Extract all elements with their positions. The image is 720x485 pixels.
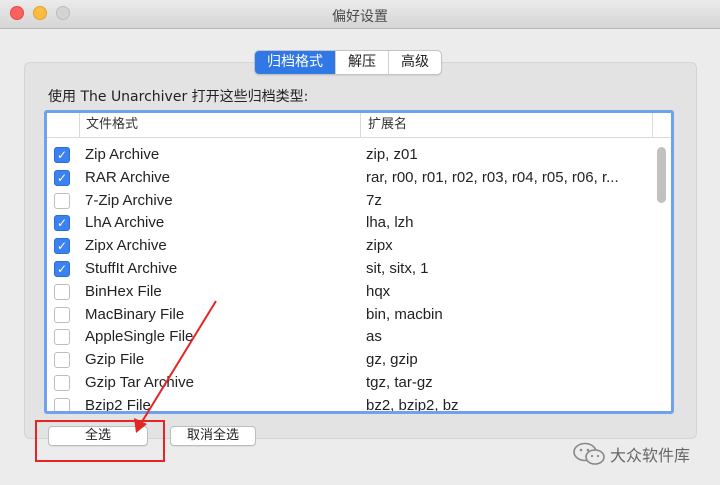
window-title: 偏好设置: [332, 9, 388, 25]
table-row[interactable]: MacBinary File bin, macbin: [47, 305, 671, 328]
format-name: RAR Archive: [85, 168, 171, 186]
format-extensions: zipx: [366, 237, 393, 255]
tab-extraction[interactable]: 解压: [335, 51, 388, 74]
archive-types-prompt: 使用 The Unarchiver 打开这些归档类型:: [48, 89, 309, 105]
checkmark-icon: ✓: [56, 261, 68, 276]
format-name: Gzip File: [85, 351, 145, 369]
checkmark-icon: ✓: [56, 170, 68, 185]
table-row[interactable]: Gzip Tar Archive tgz, tar-gz: [47, 373, 671, 396]
format-extensions: sit, sitx, 1: [366, 259, 429, 277]
table-row[interactable]: Bzip2 File bz2, bzip2, bz: [47, 396, 671, 414]
title-bar: 偏好设置: [0, 0, 720, 29]
checkbox-checked[interactable]: ✓: [54, 238, 70, 255]
checkbox-checked[interactable]: ✓: [54, 147, 70, 163]
checkbox-column-header[interactable]: [47, 113, 80, 137]
watermark: 大众软件库: [572, 442, 690, 466]
wechat-icon: [573, 442, 605, 465]
format-name: Zip Archive: [85, 146, 160, 163]
deselect-all-button[interactable]: 取消全选: [170, 426, 256, 446]
table-row[interactable]: ✓ Zipx Archive zipx: [47, 236, 671, 259]
table-row[interactable]: ✓ RAR Archive rar, r00, r01, r02, r03, r04…: [47, 168, 671, 191]
format-name: Bzip2 File: [85, 396, 151, 414]
format-name: AppleSingle File: [85, 328, 194, 346]
checkmark-icon: ✓: [56, 239, 68, 254]
select-all-button[interactable]: 全选: [48, 426, 148, 446]
format-extensions: gz, gzip: [366, 351, 418, 369]
format-extensions: hqx: [366, 282, 391, 300]
table-row[interactable]: ✓ LhA Archive lha, lzh: [47, 213, 671, 236]
format-extensions: zip, z01: [366, 146, 418, 163]
tab-bar: 归档格式 解压 高级: [254, 50, 442, 75]
format-extensions: tgz, tar-gz: [366, 373, 433, 391]
checkmark-icon: ✓: [56, 216, 68, 231]
checkbox-unchecked[interactable]: [54, 329, 70, 346]
checkbox-unchecked[interactable]: [54, 352, 70, 369]
watermark-text: 大众软件库: [610, 446, 691, 465]
format-name: StuffIt Archive: [85, 259, 178, 277]
format-name: LhA Archive: [85, 214, 165, 232]
checkbox-unchecked[interactable]: [54, 306, 70, 323]
format-name: Gzip Tar Archive: [85, 373, 194, 391]
format-extensions: 7z: [366, 191, 382, 209]
format-name: 7-Zip Archive: [85, 191, 173, 209]
checkbox-checked[interactable]: ✓: [54, 260, 70, 277]
checkbox-checked[interactable]: ✓: [54, 169, 70, 186]
format-extensions: rar, r00, r01, r02, r03, r04, r05, r06, …: [366, 168, 619, 186]
table-row[interactable]: 7-Zip Archive 7z: [47, 191, 671, 214]
checkbox-checked[interactable]: ✓: [54, 215, 70, 232]
table-row[interactable]: Gzip File gz, gzip: [47, 350, 671, 373]
format-name: BinHex File: [85, 282, 162, 300]
tab-advanced[interactable]: 高级: [388, 51, 441, 74]
format-extensions: bin, macbin: [366, 305, 443, 323]
archive-types-table: 文件格式 扩展名 ✓ Zip Archive zip, z01 ✓ RAR Archiv…: [44, 110, 674, 414]
format-name: MacBinary File: [85, 305, 185, 323]
format-extensions: lha, lzh: [366, 214, 414, 232]
checkbox-unchecked[interactable]: [54, 192, 70, 209]
table-row[interactable]: BinHex File hqx: [47, 282, 671, 305]
format-column-header[interactable]: 文件格式: [79, 113, 361, 137]
checkbox-unchecked[interactable]: [54, 374, 70, 391]
tab-archive-formats[interactable]: 归档格式: [255, 51, 335, 74]
format-extensions: bz2, bzip2, bz: [366, 396, 459, 414]
table-row[interactable]: ✓ StuffIt Archive sit, sitx, 1: [47, 259, 671, 282]
format-name: Zipx Archive: [85, 237, 167, 255]
table-row[interactable]: ✓ Zip Archive zip, z01: [47, 145, 671, 168]
format-extensions: as: [366, 328, 382, 346]
extensions-column-header[interactable]: 扩展名: [361, 113, 653, 137]
checkbox-unchecked[interactable]: [54, 397, 70, 411]
table-header: 文件格式 扩展名: [47, 113, 671, 138]
vertical-scrollbar[interactable]: [657, 147, 666, 203]
table-row[interactable]: AppleSingle File as: [47, 327, 671, 350]
checkbox-unchecked[interactable]: [54, 283, 70, 300]
checkmark-icon: ✓: [56, 148, 68, 162]
table-body: ✓ Zip Archive zip, z01 ✓ RAR Archive rar, r00…: [47, 145, 671, 414]
